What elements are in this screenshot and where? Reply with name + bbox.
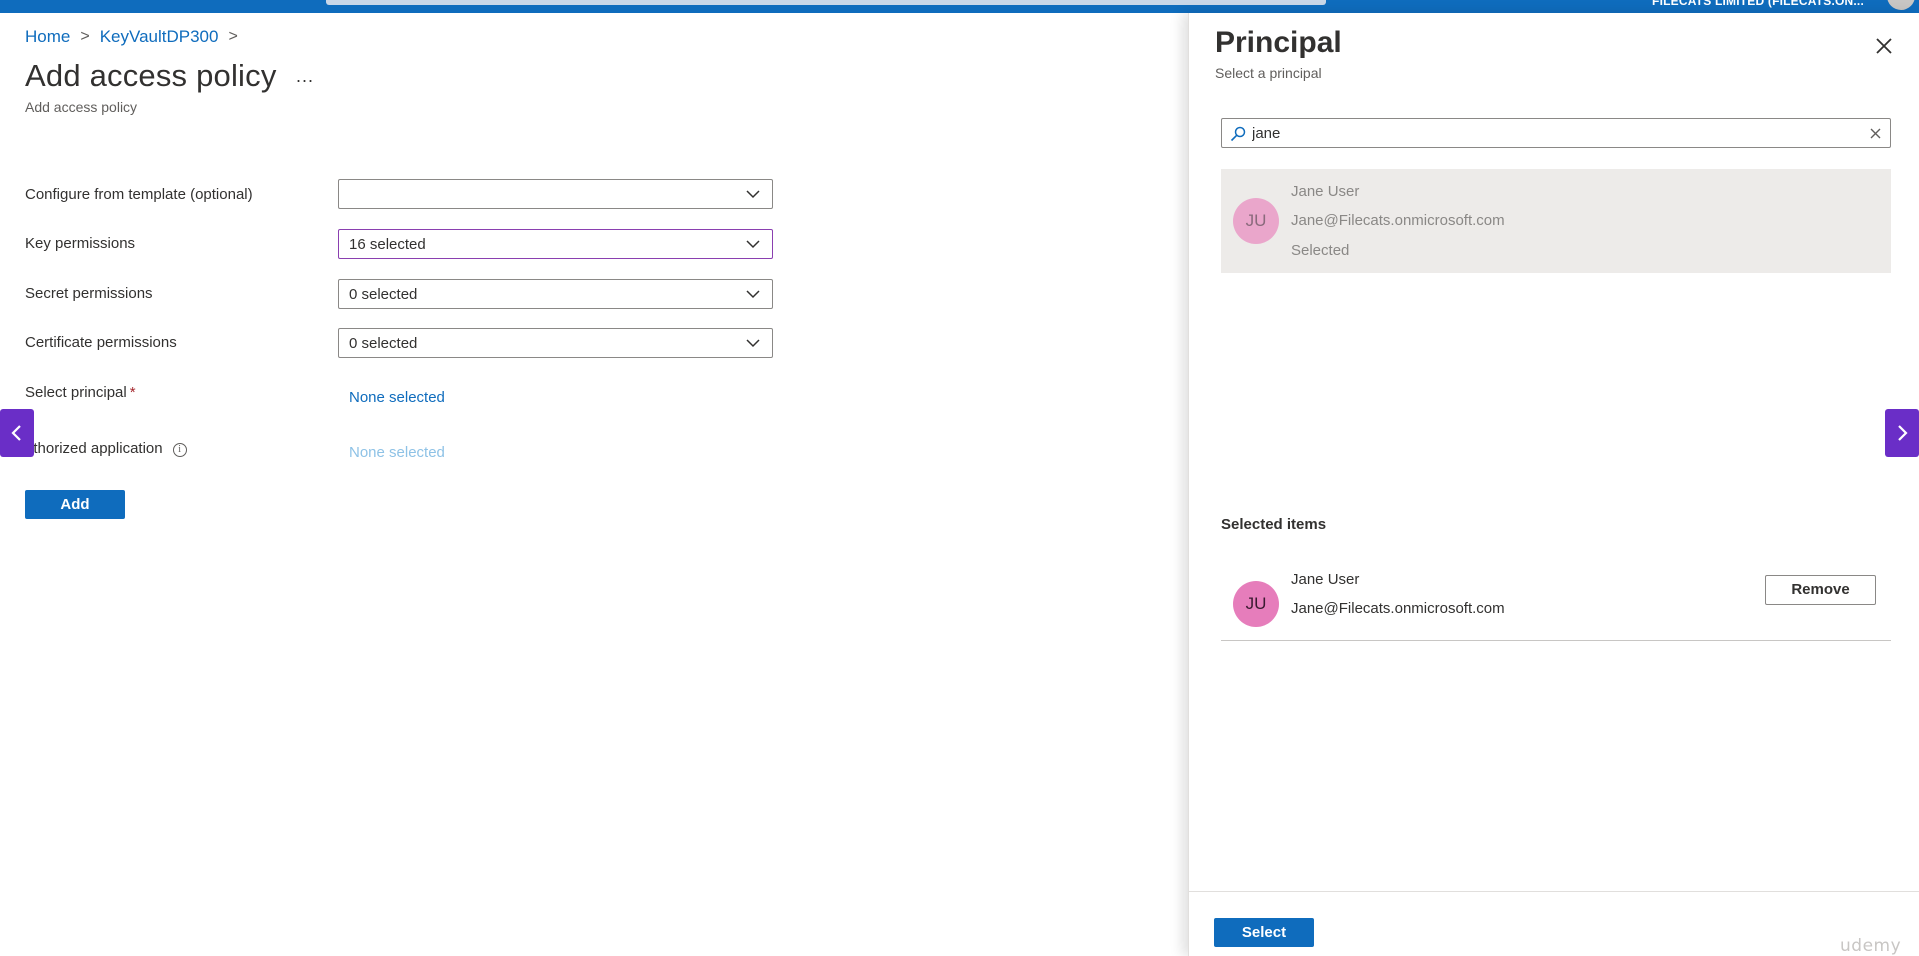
result-email: Jane@Filecats.onmicrosoft.com (1291, 212, 1505, 229)
panel-footer-divider (1189, 891, 1919, 892)
authorized-application-label-text: uthorized application (25, 440, 163, 457)
key-permissions-dropdown[interactable]: 16 selected (338, 229, 773, 259)
clear-icon[interactable] (1869, 127, 1882, 140)
remove-button[interactable]: Remove (1765, 575, 1876, 605)
chevron-right-icon (1898, 425, 1908, 441)
selected-item-row: JU Jane User Jane@Filecats.onmicrosoft.c… (1221, 561, 1891, 641)
selected-item-name: Jane User (1291, 571, 1360, 588)
add-button[interactable]: Add (25, 490, 125, 519)
avatar: JU (1233, 198, 1279, 244)
portal-top-bar: FILECATS LIMITED (FILECATS.ON... (0, 0, 1919, 13)
more-options-button[interactable]: ... (296, 66, 314, 87)
select-principal-label: Select principal * (25, 384, 136, 401)
secret-permissions-value: 0 selected (349, 286, 418, 303)
previous-slide-button[interactable] (0, 409, 34, 457)
certificate-permissions-label: Certificate permissions (25, 334, 177, 351)
required-marker: * (129, 384, 136, 401)
secret-permissions-label: Secret permissions (25, 285, 153, 302)
breadcrumb: Home > KeyVaultDP300 > (25, 27, 238, 47)
certificate-permissions-value: 0 selected (349, 335, 418, 352)
key-permissions-label: Key permissions (25, 235, 136, 252)
page-title: Add access policy (25, 58, 277, 93)
template-label: Configure from template (optional) (25, 186, 253, 203)
next-slide-button[interactable] (1885, 409, 1919, 457)
principal-search-box[interactable] (1221, 118, 1891, 148)
info-icon[interactable]: i (172, 443, 187, 457)
selected-item-email: Jane@Filecats.onmicrosoft.com (1291, 600, 1505, 617)
search-result-item[interactable]: JU Jane User Jane@Filecats.onmicrosoft.c… (1221, 169, 1891, 273)
authorized-application-link: None selected (349, 444, 445, 461)
key-permissions-value: 16 selected (349, 236, 426, 253)
breadcrumb-keyvault[interactable]: KeyVaultDP300 (100, 27, 219, 47)
principal-panel: Principal Select a principal JU Jane Use… (1188, 13, 1919, 956)
chevron-left-icon (11, 425, 21, 441)
breadcrumb-home[interactable]: Home (25, 27, 70, 47)
certificate-permissions-dropdown[interactable]: 0 selected (338, 328, 773, 358)
breadcrumb-separator: > (80, 28, 90, 45)
panel-subtitle: Select a principal (1215, 65, 1322, 81)
global-search-bar[interactable] (326, 0, 1326, 5)
select-principal-label-text: Select principal (25, 384, 127, 401)
chevron-down-icon (746, 240, 760, 249)
template-dropdown[interactable] (338, 179, 773, 209)
result-name: Jane User (1291, 183, 1360, 200)
select-principal-link[interactable]: None selected (349, 389, 445, 406)
panel-title: Principal (1215, 26, 1342, 59)
page-subtitle: Add access policy (25, 99, 138, 115)
avatar: JU (1233, 581, 1279, 627)
selected-items-heading: Selected items (1221, 516, 1327, 533)
result-status: Selected (1291, 242, 1350, 259)
chevron-down-icon (746, 339, 760, 348)
close-icon[interactable] (1873, 35, 1895, 57)
account-directory[interactable]: FILECATS LIMITED (FILECATS.ON... (1652, 0, 1864, 8)
breadcrumb-separator: > (228, 28, 238, 45)
account-avatar[interactable] (1887, 0, 1915, 10)
chevron-down-icon (746, 190, 760, 199)
search-icon (1230, 126, 1246, 142)
chevron-down-icon (746, 290, 760, 299)
secret-permissions-dropdown[interactable]: 0 selected (338, 279, 773, 309)
authorized-application-label: uthorized application i (25, 440, 187, 457)
udemy-watermark: udemy (1840, 936, 1902, 956)
select-button[interactable]: Select (1214, 918, 1314, 947)
principal-search-input[interactable] (1252, 123, 1852, 143)
